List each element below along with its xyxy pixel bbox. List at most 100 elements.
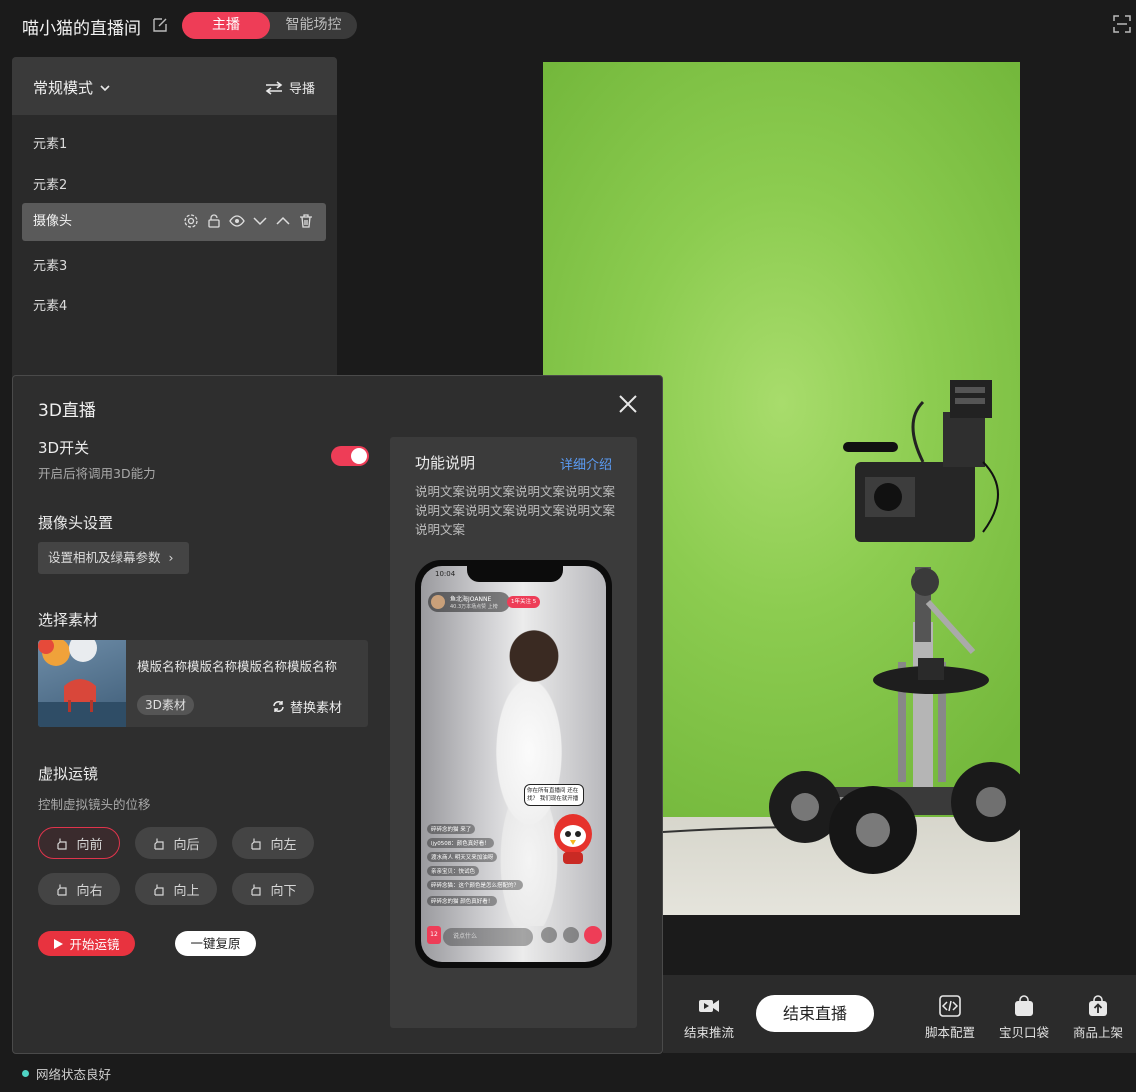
layer-item-3[interactable]: 元素3: [33, 255, 67, 274]
layer-panel: 常规模式 导播 元素1 元素2 摄像头 元素3 元素4: [12, 57, 337, 387]
streamer-name: 鱼北海JOANNE: [450, 596, 492, 603]
move-forward-label: 向前: [76, 837, 103, 853]
close-icon[interactable]: [617, 393, 639, 415]
heart-icon: [584, 926, 602, 944]
top-bar: 喵小猫的直播间 主播 智能场控: [0, 0, 1136, 50]
move-down-button[interactable]: 向下: [232, 873, 314, 905]
director-label: 导播: [288, 82, 315, 97]
move-left-label: 向左: [270, 837, 297, 853]
chevron-down-icon: [100, 84, 110, 91]
replace-material-button[interactable]: 替换素材: [272, 697, 342, 716]
avatar: [431, 595, 445, 609]
shopping-bag-icon: [1015, 995, 1033, 1016]
move-backward-label: 向后: [173, 837, 200, 853]
move-backward-button[interactable]: 向后: [135, 827, 217, 859]
camera-params-button[interactable]: 设置相机及绿幕参数 ›: [38, 542, 189, 574]
hand-icon: [251, 838, 262, 850]
layer-panel-header: 常规模式 导播: [12, 57, 337, 115]
layer-item-2[interactable]: 元素2: [33, 174, 67, 193]
trash-icon[interactable]: [298, 213, 314, 229]
layer-item-label: 摄像头: [33, 214, 73, 229]
phone-mockup: 10:04 鱼北海JOANNE 40.3万本场点赞 上榜 1年关注 5 你在所有…: [415, 560, 612, 968]
chevron-right-icon: ›: [168, 550, 174, 565]
layer-actions: [183, 213, 314, 229]
details-link[interactable]: 详细介绍: [560, 454, 612, 473]
mode-select[interactable]: 常规模式: [33, 77, 111, 98]
phone-chat-input: 说点什么: [443, 928, 533, 946]
grid-icon: [541, 927, 557, 943]
layer-item-camera[interactable]: 摄像头: [22, 203, 326, 241]
streamer-sub: 40.3万本场点赞 上榜: [450, 604, 498, 610]
chat-message-5: 碎碎念猫：这个颜色是怎么搭配的？: [427, 880, 524, 890]
phone-screen: 10:04 鱼北海JOANNE 40.3万本场点赞 上榜 1年关注 5 你在所有…: [421, 566, 606, 962]
phone-bottom-bar: 12 说点什么: [421, 922, 606, 962]
gear-icon[interactable]: [183, 213, 199, 229]
tab-smart-control[interactable]: 智能场控: [270, 12, 357, 39]
mode-toggle: 主播 智能场控: [182, 12, 357, 39]
phone-time: 10:04: [435, 570, 456, 578]
chat-message-4: 亲亲宝贝：快试色: [427, 866, 480, 876]
follow-pill: 1年关注 5: [507, 596, 541, 608]
start-camera-move-button[interactable]: 开始运镜: [38, 931, 135, 956]
bag-label: 宝贝口袋: [999, 1025, 1050, 1040]
mascot-bird-image: [554, 814, 592, 864]
move-forward-button[interactable]: 向前: [38, 827, 120, 859]
streamer-info: 鱼北海JOANNE 40.3万本场点赞 上榜: [428, 592, 510, 612]
bag-button[interactable]: 宝贝口袋: [999, 995, 1049, 1041]
chevron-up-icon[interactable]: [275, 213, 291, 229]
move-up-label: 向上: [173, 883, 200, 899]
chevron-down-icon[interactable]: [252, 213, 268, 229]
replace-material-label: 替换素材: [290, 701, 343, 716]
stop-push-label: 结束推流: [684, 1025, 735, 1040]
move-right-button[interactable]: 向右: [38, 873, 120, 905]
end-live-button[interactable]: 结束直播: [756, 995, 874, 1032]
start-camera-move-label: 开始运镜: [69, 937, 120, 952]
chat-message-1: 碎碎念的猫 来了: [427, 824, 476, 834]
fullscreen-icon[interactable]: [1112, 14, 1132, 34]
virtual-camera-title: 虚拟运镜: [38, 765, 99, 783]
upload-bag-icon: [1089, 995, 1107, 1016]
speech-bubble: 你在所有直播间 还在找？ 我们现在就开播: [524, 784, 584, 806]
phone-notch: [467, 566, 563, 582]
move-left-button[interactable]: 向左: [232, 827, 314, 859]
share-icon: [563, 927, 579, 943]
camera-params-label: 设置相机及绿幕参数: [48, 550, 161, 565]
eye-icon[interactable]: [229, 213, 245, 229]
switch-hint: 开启后将调用3D能力: [38, 466, 156, 481]
layer-item-1[interactable]: 元素1: [33, 133, 67, 152]
feature-description-panel: 功能说明 详细介绍 说明文案说明文案说明文案说明文案说明文案说明文案说明文案说明…: [390, 437, 637, 1028]
move-down-label: 向下: [270, 883, 297, 899]
control-bar: 结束推流 结束直播 脚本配置 宝贝口袋 商品上架: [663, 975, 1136, 1053]
code-icon: [939, 995, 961, 1017]
virtual-camera-hint: 控制虚拟镜头的位移: [38, 797, 151, 812]
listing-label: 商品上架: [1073, 1025, 1124, 1040]
status-dot: [22, 1070, 29, 1077]
3d-switch[interactable]: [331, 446, 369, 466]
chat-message-2: ljy0508：颜色真好看！: [427, 838, 494, 848]
swap-icon: [265, 80, 283, 95]
material-thumbnail-image: [38, 640, 126, 727]
description-title: 功能说明: [415, 454, 476, 472]
move-up-button[interactable]: 向上: [135, 873, 217, 905]
listing-button[interactable]: 商品上架: [1073, 995, 1123, 1041]
director-button[interactable]: 导播: [265, 78, 315, 97]
camera-settings-title: 摄像头设置: [38, 514, 114, 532]
stop-push-button[interactable]: 结束推流: [684, 995, 734, 1041]
refresh-icon: [273, 701, 284, 712]
script-config-button[interactable]: 脚本配置: [925, 995, 975, 1041]
hand-icon: [57, 884, 68, 896]
layer-item-4[interactable]: 元素4: [33, 295, 67, 314]
video-camera-icon: [699, 1000, 719, 1012]
lock-icon[interactable]: [206, 213, 222, 229]
description-text: 说明文案说明文案说明文案说明文案说明文案说明文案说明文案说明文案说明文案: [415, 484, 616, 537]
room-title: 喵小猫的直播间: [22, 19, 141, 39]
tab-host[interactable]: 主播: [182, 12, 270, 39]
edit-icon[interactable]: [152, 17, 168, 33]
network-status: 网络状态良好: [22, 1064, 111, 1083]
cart-icon: 12: [427, 926, 441, 944]
hand-icon: [154, 838, 165, 850]
material-name: 模版名称模版名称模版名称模版名称: [137, 659, 338, 674]
reset-button[interactable]: 一键复原: [175, 931, 256, 956]
chat-message-6: 碎碎念的猫 颜色真好看！: [427, 896, 498, 906]
dialog-title: 3D直播: [38, 401, 96, 421]
